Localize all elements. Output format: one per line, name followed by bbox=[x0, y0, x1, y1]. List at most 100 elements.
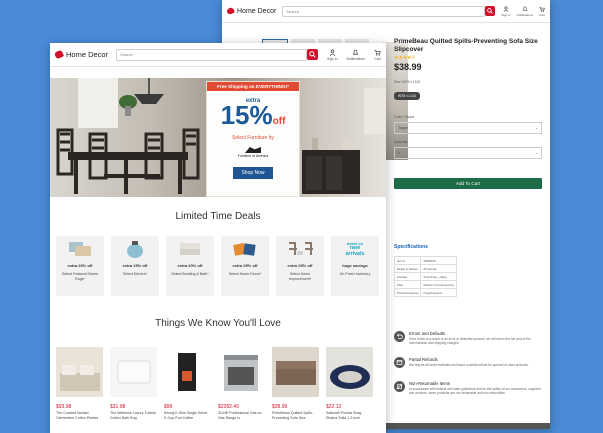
product-card[interactable]: $38.99 PrimeBeau Quilted Spills-Preventi… bbox=[272, 347, 319, 420]
quantity-select[interactable]: 1 ⌄ bbox=[394, 147, 542, 160]
deal-label: Select Bedding & Bath* bbox=[171, 272, 209, 276]
product-price: $31.98 bbox=[110, 404, 126, 410]
deal-card[interactable]: extra 20% off Select Bedding & Bath* bbox=[166, 236, 214, 296]
product-title: PrimeBeau Quilted Spills-Preventing Sofa… bbox=[394, 38, 538, 53]
account-label: Sign In bbox=[326, 56, 338, 61]
spec-value: Smell Free + Zippy bbox=[420, 272, 458, 281]
rug-icon bbox=[326, 347, 373, 397]
spec-key: Product Features bbox=[393, 288, 422, 297]
product-price: $38.99 bbox=[394, 62, 422, 73]
logo[interactable]: Home Decor bbox=[226, 6, 276, 16]
spec-value: 26596570 bbox=[420, 256, 458, 265]
product-name: ZLINE Professional Gas on Gas Range in bbox=[218, 411, 262, 420]
header: Home Decor Search Sign In Notifications … bbox=[222, 0, 550, 23]
logo[interactable]: Home Decor bbox=[53, 49, 109, 60]
product-name: PrimeBeau Quilted Spills-Preventing Sofa… bbox=[272, 411, 313, 420]
product-name: Safavieh Florida Shag Shaina Solid 1.2-i… bbox=[326, 411, 362, 420]
person-icon bbox=[503, 5, 509, 12]
product-card[interactable]: $22.12 Safavieh Florida Shag Shaina Soli… bbox=[326, 347, 373, 420]
chairs-icon bbox=[276, 236, 324, 262]
deals-row: extra 20% off Select Featured Brand Rugs… bbox=[50, 236, 386, 296]
header: Home Decor Search Sign In Notifications … bbox=[50, 43, 386, 67]
bedroom-icon bbox=[56, 347, 103, 397]
feature-title: Non-Returnable Items bbox=[409, 381, 450, 386]
product-price: $99 bbox=[164, 404, 173, 410]
size-option[interactable]: W75 x L110 bbox=[394, 92, 420, 101]
brand-icon bbox=[245, 147, 261, 153]
color-label: Color: Taupe bbox=[394, 115, 415, 120]
pillows-icon bbox=[221, 236, 269, 262]
refund-icon bbox=[394, 357, 405, 368]
deal-discount: huge savings bbox=[342, 263, 368, 268]
deal-card[interactable]: extra 25% off Select Home Improvement* bbox=[276, 236, 324, 296]
coffee-maker-icon bbox=[164, 347, 211, 397]
notifications-button[interactable]: Notifications bbox=[347, 49, 365, 61]
promo-shipping-strip: Free Shipping on EVERYTHING!* bbox=[207, 82, 299, 91]
spec-key: Ready to Deliver bbox=[393, 264, 422, 273]
feature-partial-refunds: Partial Refunds We require all other mate… bbox=[394, 357, 544, 368]
cart-icon bbox=[539, 6, 545, 12]
person-icon bbox=[329, 49, 335, 56]
search-input[interactable]: Search bbox=[116, 48, 307, 61]
range-icon bbox=[218, 347, 265, 397]
table-row: Product Features Fingerbrayants bbox=[393, 288, 458, 297]
feature-errors: Errors and Defaults If the return is a re… bbox=[394, 331, 544, 345]
promo-off: off bbox=[272, 116, 286, 127]
hero-banner[interactable]: Free Shipping on EVERYTHING!* extra 15%o… bbox=[50, 78, 386, 197]
kettle-icon bbox=[111, 236, 159, 262]
spec-key: Item # bbox=[393, 256, 422, 265]
deal-card[interactable]: extra 15% off Select Kitchen* bbox=[111, 236, 159, 296]
product-name: The Wellness Luxury Turkish Cotton Bath … bbox=[110, 411, 157, 420]
deal-discount: extra 20% off bbox=[177, 263, 203, 268]
table-row: Item #26596570 bbox=[393, 256, 458, 265]
logo-text: Home Decor bbox=[66, 50, 109, 59]
product-price: $22.12 bbox=[326, 404, 342, 410]
color-select[interactable]: Taupe ⌄ bbox=[394, 122, 542, 135]
deal-card-new-arrivals[interactable]: deals on new arrivals huge savings On Fr… bbox=[331, 236, 379, 296]
bell-icon bbox=[522, 6, 528, 11]
quantity-label: Quantity bbox=[394, 140, 408, 145]
product-card[interactable]: $93.98 The Curated Nomad Clementine Cott… bbox=[56, 347, 103, 420]
product-name: Keurig K-Slim Single Serve K-Cup Pod Cof… bbox=[164, 411, 208, 420]
bell-icon bbox=[353, 49, 359, 55]
bath-rug-icon bbox=[110, 347, 157, 397]
brand-logo: Furniture of America bbox=[207, 147, 299, 158]
search-button[interactable] bbox=[485, 6, 496, 16]
spec-key: Lifestyle bbox=[393, 272, 422, 281]
cart-button[interactable]: Cart bbox=[374, 49, 381, 61]
product-info: PrimeBeau Quilted Spills-Preventing Sofa… bbox=[394, 38, 542, 190]
spec-value: Modern & Contemporary bbox=[420, 280, 458, 289]
deal-discount: extra 20% off bbox=[67, 263, 93, 268]
color-value: Taupe bbox=[398, 126, 408, 131]
deal-discount: extra 15% off bbox=[122, 263, 148, 268]
promo-select-text: Select Furniture by bbox=[232, 135, 274, 141]
cart-icon bbox=[374, 49, 381, 56]
feature-text: In accordance with federal and state gui… bbox=[409, 387, 542, 396]
deal-discount: extra 25% off bbox=[287, 263, 313, 268]
account-button[interactable]: Sign In bbox=[327, 49, 338, 61]
product-card[interactable]: $31.98 The Wellness Luxury Turkish Cotto… bbox=[110, 347, 157, 420]
specifications-table: Item #26596570 Ready to Deliver All Venue… bbox=[393, 256, 458, 297]
search-button[interactable] bbox=[306, 49, 318, 60]
promo-percent-value: 15% bbox=[220, 100, 273, 130]
brand-name: Furniture of America bbox=[237, 154, 269, 158]
deal-card[interactable]: extra 25% off Select Home Decor* bbox=[221, 236, 269, 296]
search-input[interactable]: Search bbox=[282, 5, 486, 17]
account-button[interactable]: Sign In bbox=[501, 5, 511, 17]
account-label: Sign In bbox=[501, 12, 511, 17]
deal-card[interactable]: extra 20% off Select Featured Brand Rugs… bbox=[56, 236, 104, 296]
cart-button[interactable]: Cart bbox=[539, 6, 545, 17]
new-arrivals-badge: deals on new arrivals bbox=[331, 236, 379, 262]
product-price: $38.99 bbox=[272, 404, 288, 410]
notifications-button[interactable]: Notifications bbox=[517, 6, 533, 17]
deal-label: Select Home Decor* bbox=[228, 272, 262, 276]
deal-label: Select Kitchen* bbox=[122, 272, 148, 276]
product-card[interactable]: $2282.49 ZLINE Professional Gas on Gas R… bbox=[218, 347, 265, 420]
cart-label: Cart bbox=[374, 56, 381, 61]
notifications-label: Notifications bbox=[516, 12, 533, 17]
rating-stars: ★★★★½ bbox=[394, 55, 416, 62]
limited-deals-title: Limited Time Deals bbox=[175, 211, 261, 222]
add-to-cart-button[interactable]: Add To Cart bbox=[394, 178, 542, 190]
product-card[interactable]: $99 Keurig K-Slim Single Serve K-Cup Pod… bbox=[164, 347, 211, 420]
shop-now-button[interactable]: Shop Now bbox=[233, 167, 273, 179]
